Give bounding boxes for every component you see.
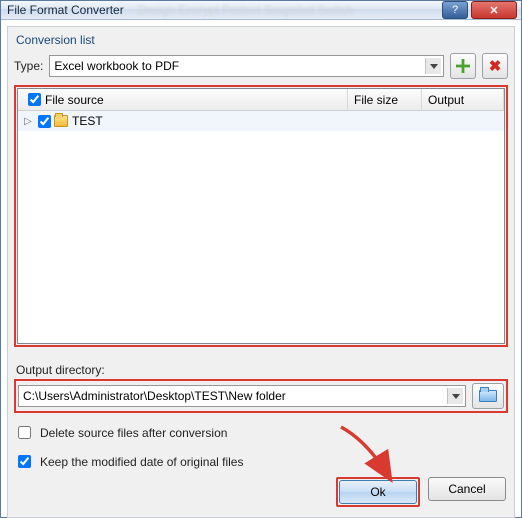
x-icon: ✖ [489,59,502,74]
expand-icon[interactable]: ▷ [22,116,34,127]
row-checkbox[interactable] [38,115,51,128]
window-buttons: ? ✕ [442,1,517,19]
output-dir-field[interactable]: C:\Users\Administrator\Desktop\TEST\New … [18,385,466,407]
type-row: Type: Excel workbook to PDF ✖ [14,53,508,79]
keep-date-row[interactable]: Keep the modified date of original files [14,452,508,471]
ok-highlight: Ok [336,477,420,507]
chevron-down-icon [447,388,463,404]
keep-date-label: Keep the modified date of original files [40,455,243,469]
plus-icon [456,59,470,73]
chevron-down-icon [425,58,441,74]
col-output[interactable]: Output [422,89,504,110]
help-button[interactable]: ? [442,1,468,19]
content-panel: Conversion list Type: Excel workbook to … [7,26,515,518]
conversion-list-label: Conversion list [16,33,506,47]
background-menu: Design Encrypt Protect Snapshot Switch [138,3,442,17]
converter-window: File Format Converter Design Encrypt Pro… [0,0,522,518]
delete-source-checkbox[interactable] [18,426,31,439]
tree-header: File source File size Output [18,89,504,111]
output-dir-value: C:\Users\Administrator\Desktop\TEST\New … [23,389,286,403]
cancel-button[interactable]: Cancel [428,477,506,501]
add-button[interactable] [450,53,476,79]
type-dropdown[interactable]: Excel workbook to PDF [49,55,444,77]
delete-source-row[interactable]: Delete source files after conversion [14,423,508,442]
titlebar: File Format Converter Design Encrypt Pro… [1,1,521,20]
close-button[interactable]: ✕ [471,1,517,19]
output-dir-label: Output directory: [16,363,506,377]
folder-open-icon [479,390,497,402]
ok-button[interactable]: Ok [339,480,417,504]
tree-highlight: File source File size Output ▷ TEST [14,85,508,347]
type-label: Type: [14,59,43,73]
row-label: TEST [72,114,103,128]
button-row: Ok Cancel [14,471,508,509]
tree-row[interactable]: ▷ TEST [18,111,504,131]
file-tree[interactable]: File source File size Output ▷ TEST [17,88,505,344]
output-highlight: C:\Users\Administrator\Desktop\TEST\New … [14,379,508,413]
window-title: File Format Converter [7,3,124,17]
remove-button[interactable]: ✖ [482,53,508,79]
col-file-source[interactable]: File source [18,89,348,110]
col-file-size[interactable]: File size [348,89,422,110]
folder-icon [54,115,68,127]
keep-date-checkbox[interactable] [18,455,31,468]
tree-body: ▷ TEST [18,111,504,343]
browse-button[interactable] [472,383,504,409]
select-all-checkbox[interactable] [28,93,41,106]
type-dropdown-value: Excel workbook to PDF [54,59,179,73]
delete-source-label: Delete source files after conversion [40,426,227,440]
